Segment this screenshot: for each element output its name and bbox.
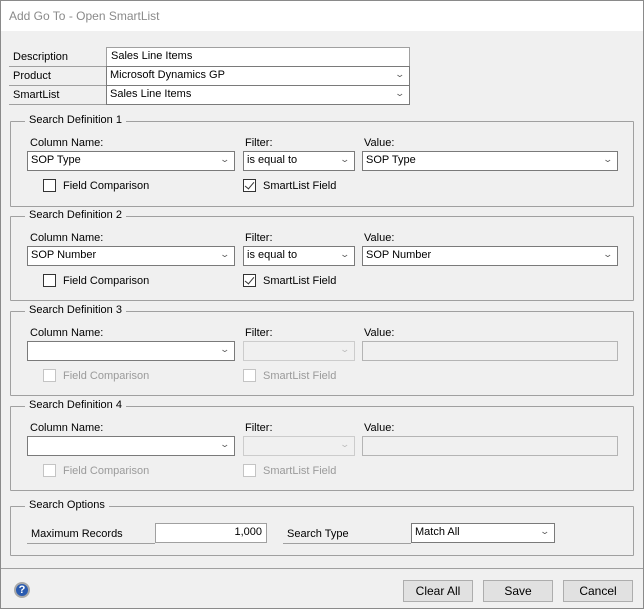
column-name-value: SOP Number <box>31 249 97 261</box>
column-name-label: Column Name: <box>30 232 104 244</box>
column-name-label: Column Name: <box>30 422 104 434</box>
filter-label: Filter: <box>245 137 273 149</box>
search-definition-2: Search Definition 2 Column Name: SOP Num… <box>10 209 634 301</box>
description-label: Description <box>9 48 106 67</box>
smartlist-field-checkbox[interactable] <box>243 464 256 477</box>
maximum-records-label: Maximum Records <box>27 525 155 544</box>
checkmark-icon <box>244 179 255 190</box>
value-value: SOP Type <box>366 154 416 166</box>
field-comparison-checkbox[interactable] <box>43 274 56 287</box>
field-comparison-label: Field Comparison <box>63 370 150 382</box>
checkmark-icon <box>244 274 255 285</box>
chevron-down-icon: ⌄ <box>339 154 351 164</box>
smartlist-field-checkbox[interactable] <box>243 179 256 192</box>
product-label: Product <box>9 67 106 86</box>
maximum-records-input[interactable]: 1,000 <box>155 523 267 543</box>
search-type-value: Match All <box>415 526 460 538</box>
description-input[interactable]: Sales Line Items <box>106 47 410 67</box>
save-button[interactable]: Save <box>483 580 553 602</box>
chevron-down-icon: ⌄ <box>394 88 406 98</box>
chevron-down-icon: ⌄ <box>602 249 614 259</box>
filter-value: is equal to <box>247 154 298 166</box>
search-definition-1: Search Definition 1 Column Name: SOP Typ… <box>10 114 634 207</box>
filter-select[interactable]: ⌄ <box>243 436 355 456</box>
field-comparison-label: Field Comparison <box>63 465 150 477</box>
field-comparison-label: Field Comparison <box>63 275 150 287</box>
smartlist-field-label: SmartList Field <box>263 465 337 477</box>
product-select-value: Microsoft Dynamics GP <box>110 69 225 81</box>
smartlist-field-checkbox[interactable] <box>243 369 256 382</box>
smartlist-field-label: SmartList Field <box>263 180 337 192</box>
clear-all-button[interactable]: Clear All <box>403 580 473 602</box>
column-name-select[interactable]: ⌄ <box>27 436 235 456</box>
cancel-button[interactable]: Cancel <box>563 580 633 602</box>
chevron-down-icon: ⌄ <box>602 154 614 164</box>
chevron-down-icon: ⌄ <box>219 154 231 164</box>
chevron-down-icon: ⌄ <box>339 439 351 449</box>
value-label: Value: <box>364 232 395 244</box>
chevron-down-icon: ⌄ <box>339 249 351 259</box>
search-options: Search Options Maximum Records 1,000 Sea… <box>10 499 634 556</box>
value-input[interactable] <box>362 341 618 361</box>
search-type-label: Search Type <box>283 525 411 544</box>
field-comparison-checkbox[interactable] <box>43 369 56 382</box>
value-label: Value: <box>364 327 395 339</box>
filter-select[interactable]: ⌄ <box>243 341 355 361</box>
value-label: Value: <box>364 137 395 149</box>
chevron-down-icon: ⌄ <box>394 69 406 79</box>
help-icon[interactable]: ? <box>14 582 30 598</box>
chevron-down-icon: ⌄ <box>339 344 351 354</box>
field-comparison-checkbox[interactable] <box>43 179 56 192</box>
value-input[interactable] <box>362 436 618 456</box>
search-type-select[interactable]: Match All ⌄ <box>411 523 555 543</box>
add-go-to-dialog: Add Go To - Open SmartList Description S… <box>0 0 644 609</box>
column-name-label: Column Name: <box>30 137 104 149</box>
smartlist-label: SmartList <box>9 86 106 105</box>
field-comparison-label: Field Comparison <box>63 180 150 192</box>
value-select[interactable]: SOP Type ⌄ <box>362 151 618 171</box>
chevron-down-icon: ⌄ <box>219 439 231 449</box>
search-options-title: Search Options <box>25 499 109 511</box>
filter-select[interactable]: is equal to ⌄ <box>243 246 355 266</box>
value-value: SOP Number <box>366 249 432 261</box>
filter-value: is equal to <box>247 249 298 261</box>
smartlist-field-label: SmartList Field <box>263 370 337 382</box>
filter-select[interactable]: is equal to ⌄ <box>243 151 355 171</box>
search-definition-3: Search Definition 3 Column Name: ⌄ Filte… <box>10 304 634 396</box>
value-select[interactable]: SOP Number ⌄ <box>362 246 618 266</box>
search-definition-4-title: Search Definition 4 <box>25 399 126 411</box>
chevron-down-icon: ⌄ <box>219 249 231 259</box>
window-title: Add Go To - Open SmartList <box>9 9 160 23</box>
chevron-down-icon: ⌄ <box>219 344 231 354</box>
filter-label: Filter: <box>245 422 273 434</box>
chevron-down-icon: ⌄ <box>539 526 551 536</box>
smartlist-field-label: SmartList Field <box>263 275 337 287</box>
search-definition-4: Search Definition 4 Column Name: ⌄ Filte… <box>10 399 634 491</box>
value-label: Value: <box>364 422 395 434</box>
smartlist-select[interactable]: Sales Line Items ⌄ <box>106 85 410 105</box>
field-comparison-checkbox[interactable] <box>43 464 56 477</box>
column-name-value: SOP Type <box>31 154 81 166</box>
filter-label: Filter: <box>245 327 273 339</box>
column-name-select[interactable]: ⌄ <box>27 341 235 361</box>
column-name-select[interactable]: SOP Type ⌄ <box>27 151 235 171</box>
filter-label: Filter: <box>245 232 273 244</box>
column-name-select[interactable]: SOP Number ⌄ <box>27 246 235 266</box>
search-definition-3-title: Search Definition 3 <box>25 304 126 316</box>
product-select[interactable]: Microsoft Dynamics GP ⌄ <box>106 66 410 86</box>
smartlist-field-checkbox[interactable] <box>243 274 256 287</box>
search-definition-2-title: Search Definition 2 <box>25 209 126 221</box>
column-name-label: Column Name: <box>30 327 104 339</box>
smartlist-select-value: Sales Line Items <box>110 88 192 100</box>
search-definition-1-title: Search Definition 1 <box>25 114 126 126</box>
title-bar: Add Go To - Open SmartList <box>1 1 643 31</box>
footer-divider <box>1 568 643 569</box>
